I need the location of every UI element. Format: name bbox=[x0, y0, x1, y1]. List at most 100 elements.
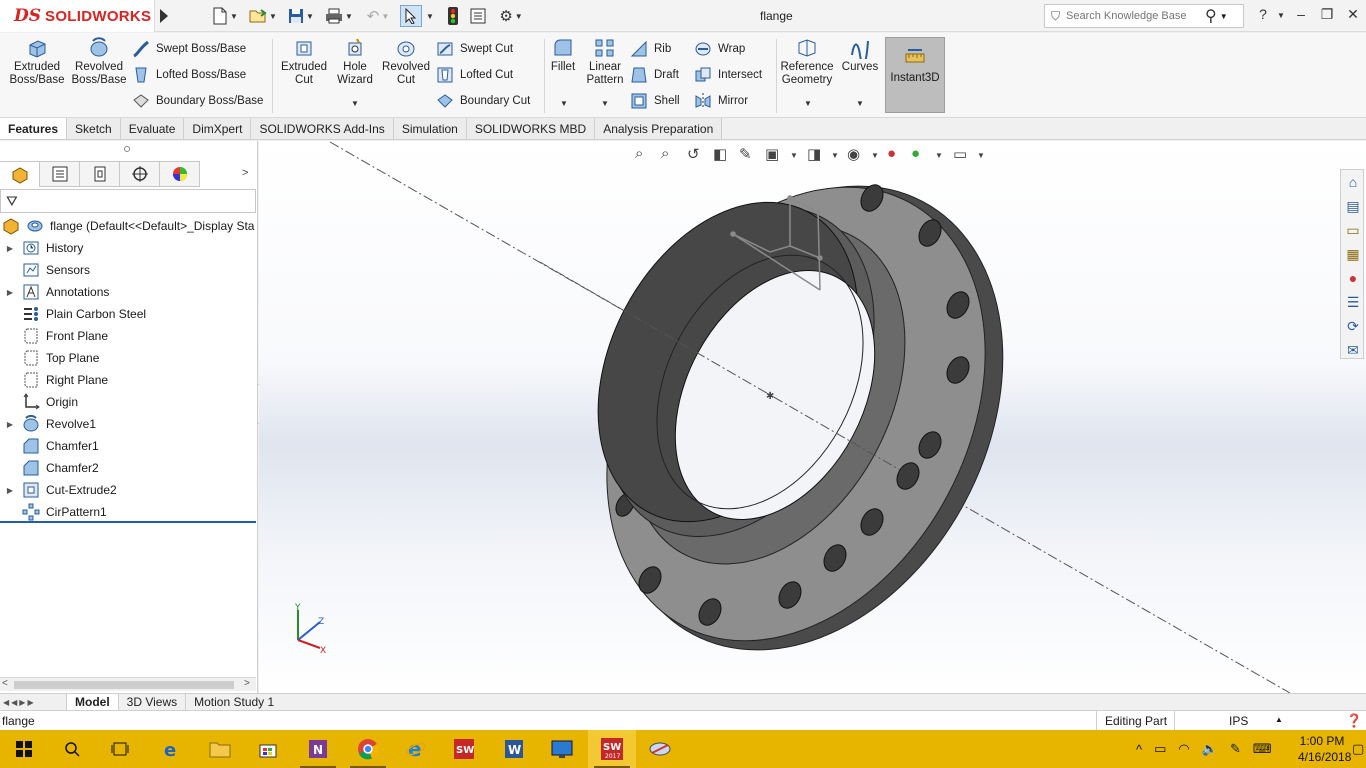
tree-item-annotations[interactable]: ▶ Annotations bbox=[0, 281, 256, 303]
pen-icon[interactable]: ✎ bbox=[1230, 741, 1241, 757]
edit-appearance-icon[interactable]: ● bbox=[887, 145, 896, 162]
tab-motion-study[interactable]: Motion Study 1 bbox=[185, 694, 282, 710]
instant3d-button[interactable]: Instant3D bbox=[885, 37, 945, 113]
tree-item-cirpattern1[interactable]: CirPattern1 bbox=[0, 501, 256, 523]
display-style-icon[interactable]: ◨ bbox=[807, 145, 821, 163]
quick-tips-icon[interactable]: ❓ bbox=[1346, 713, 1362, 729]
tree-item-front-plane[interactable]: Front Plane bbox=[0, 325, 256, 347]
fillet-button[interactable]: Fillet bbox=[548, 37, 578, 74]
intersect-button[interactable]: Intersect bbox=[694, 65, 762, 85]
curves-dropdown-icon[interactable]: ▼ bbox=[856, 99, 864, 108]
new-document-button[interactable]: ▼ bbox=[208, 5, 242, 27]
solidworks-resources-icon[interactable]: ⟳ bbox=[1343, 316, 1363, 336]
configurationmanager-tab[interactable] bbox=[80, 161, 120, 187]
taskbar-clock[interactable]: 1:00 PM 4/16/2018 bbox=[1298, 733, 1351, 765]
action-center-icon[interactable]: ▢ bbox=[1352, 741, 1364, 757]
scroll-left-icon[interactable]: < bbox=[2, 678, 8, 689]
tab-3d-views[interactable]: 3D Views bbox=[117, 694, 185, 710]
expand-icon[interactable]: ▶ bbox=[4, 288, 16, 297]
zoom-to-area-icon[interactable]: ⌕ bbox=[661, 145, 669, 162]
graphics-area[interactable]: ✱ Y Z X ⌕ ⌕ ↺ ◧ ✎ ▣ ▼ ◨ ▼ ◉ ▼ ● ● ▼ ▭ ▼ … bbox=[259, 141, 1366, 693]
tree-item-chamfer2[interactable]: Chamfer2 bbox=[0, 457, 256, 479]
tab-model[interactable]: Model bbox=[66, 694, 118, 710]
tab-mbd[interactable]: SOLIDWORKS MBD bbox=[466, 118, 596, 139]
view-orientation-icon[interactable]: ▣ bbox=[765, 145, 779, 163]
more-tabs-chevron-icon[interactable]: > bbox=[242, 167, 248, 179]
hide-show-dropdown-icon[interactable]: ▼ bbox=[871, 151, 879, 160]
boundary-boss-button[interactable]: Boundary Boss/Base bbox=[132, 91, 263, 111]
tree-root[interactable]: flange (Default<<Default>_Display Sta bbox=[0, 215, 256, 237]
file-explorer-icon[interactable]: ▭ bbox=[1343, 220, 1363, 240]
save-button[interactable]: ▼ bbox=[284, 5, 318, 27]
file-properties-button[interactable] bbox=[468, 5, 488, 27]
battery-icon[interactable]: ▭ bbox=[1154, 741, 1166, 757]
expand-icon[interactable]: ▶ bbox=[4, 486, 16, 495]
hole-wizard-dropdown-icon[interactable]: ▼ bbox=[351, 99, 359, 108]
print-button[interactable]: ▼ bbox=[322, 5, 356, 27]
expand-icon[interactable]: ▶ bbox=[4, 244, 16, 253]
draft-button[interactable]: Draft bbox=[630, 65, 679, 85]
file-explorer-taskbar-icon[interactable] bbox=[196, 730, 244, 768]
rollback-bar[interactable] bbox=[0, 521, 256, 523]
view-settings-dropdown-icon[interactable]: ▼ bbox=[977, 151, 985, 160]
reference-geometry-dropdown-icon[interactable]: ▼ bbox=[804, 99, 812, 108]
revolved-cut-button[interactable]: Revolved Cut bbox=[380, 37, 432, 87]
linear-pattern-button[interactable]: Linear Pattern bbox=[584, 37, 626, 87]
swept-boss-button[interactable]: Swept Boss/Base bbox=[132, 39, 246, 59]
volume-muted-icon[interactable]: 🔈 bbox=[1202, 741, 1218, 757]
expand-icon[interactable]: ▶ bbox=[4, 420, 16, 429]
keyboard-icon[interactable]: ⌨ bbox=[1253, 741, 1272, 757]
solidworks-taskbar-icon[interactable]: SW bbox=[440, 730, 488, 768]
displaymanager-tab[interactable] bbox=[160, 161, 200, 187]
custom-properties-icon[interactable]: ☰ bbox=[1343, 292, 1363, 312]
tree-item-revolve1[interactable]: ▶ Revolve1 bbox=[0, 413, 256, 435]
mirror-button[interactable]: Mirror bbox=[694, 91, 748, 111]
tab-analysis-preparation[interactable]: Analysis Preparation bbox=[595, 118, 723, 139]
linear-pattern-dropdown-icon[interactable]: ▼ bbox=[601, 99, 609, 108]
hole-wizard-button[interactable]: Hole Wizard bbox=[332, 37, 378, 87]
unit-system-selector[interactable]: IPS ▲ bbox=[1174, 711, 1294, 730]
open-document-button[interactable]: ▼ bbox=[246, 5, 280, 27]
rib-button[interactable]: Rib bbox=[630, 39, 671, 59]
search-input[interactable] bbox=[1066, 10, 1202, 22]
remote-desktop-taskbar-icon[interactable] bbox=[538, 730, 586, 768]
previous-view-icon[interactable]: ↺ bbox=[687, 145, 700, 163]
onenote-taskbar-icon[interactable]: N bbox=[294, 730, 342, 768]
wifi-icon[interactable]: ◠ bbox=[1178, 741, 1189, 757]
unit-system-dropdown-icon[interactable]: ▲ bbox=[1275, 715, 1283, 724]
reference-geometry-button[interactable]: Reference Geometry bbox=[780, 37, 834, 87]
solidworks-logo[interactable]: DS SOLIDWORKS bbox=[0, 0, 155, 32]
tab-simulation[interactable]: Simulation bbox=[393, 118, 467, 139]
apply-scene-icon[interactable]: ● bbox=[911, 145, 920, 162]
view-palette-icon[interactable]: ▦ bbox=[1343, 244, 1363, 264]
tree-item-chamfer1[interactable]: Chamfer1 bbox=[0, 435, 256, 457]
tree-item-right-plane[interactable]: Right Plane bbox=[0, 369, 256, 391]
tree-filter[interactable]: ⛛ bbox=[0, 189, 256, 213]
chrome-taskbar-icon[interactable] bbox=[344, 730, 392, 768]
design-library-icon[interactable]: ▤ bbox=[1343, 196, 1363, 216]
section-view-icon[interactable]: ◧ bbox=[713, 145, 727, 163]
undo-button[interactable]: ↶ ▼ bbox=[360, 5, 396, 27]
tab-dimxpert[interactable]: DimXpert bbox=[184, 118, 252, 139]
featuremanager-tab[interactable] bbox=[0, 161, 40, 187]
forum-icon[interactable]: ✉ bbox=[1343, 340, 1363, 360]
boundary-cut-button[interactable]: Boundary Cut bbox=[436, 91, 530, 111]
view-triad[interactable]: Y Z X bbox=[294, 603, 326, 656]
shell-button[interactable]: Shell bbox=[630, 91, 680, 111]
internet-explorer-taskbar-icon[interactable]: e bbox=[392, 730, 440, 768]
tree-item-cut-extrude2[interactable]: ▶ Cut-Extrude2 bbox=[0, 479, 256, 501]
dynamic-annotation-icon[interactable]: ✎ bbox=[739, 145, 752, 163]
tree-item-origin[interactable]: Origin bbox=[0, 391, 256, 413]
search-dropdown-icon[interactable]: ▼ bbox=[1220, 12, 1228, 21]
show-hidden-icons-icon[interactable]: ^ bbox=[1136, 742, 1142, 757]
lofted-cut-button[interactable]: Lofted Cut bbox=[436, 65, 513, 85]
scrollbar-thumb[interactable] bbox=[14, 681, 234, 689]
apply-scene-dropdown-icon[interactable]: ▼ bbox=[935, 151, 943, 160]
panel-grip-icon[interactable] bbox=[124, 146, 130, 152]
rebuild-button[interactable] bbox=[444, 5, 462, 27]
scroll-right-icon[interactable]: > bbox=[244, 678, 250, 689]
tree-horizontal-scrollbar[interactable]: < > bbox=[0, 677, 256, 691]
search-scope-icon[interactable]: ⛉ bbox=[1051, 9, 1060, 24]
tab-evaluate[interactable]: Evaluate bbox=[120, 118, 185, 139]
select-dropdown[interactable]: ▼ bbox=[424, 5, 434, 27]
